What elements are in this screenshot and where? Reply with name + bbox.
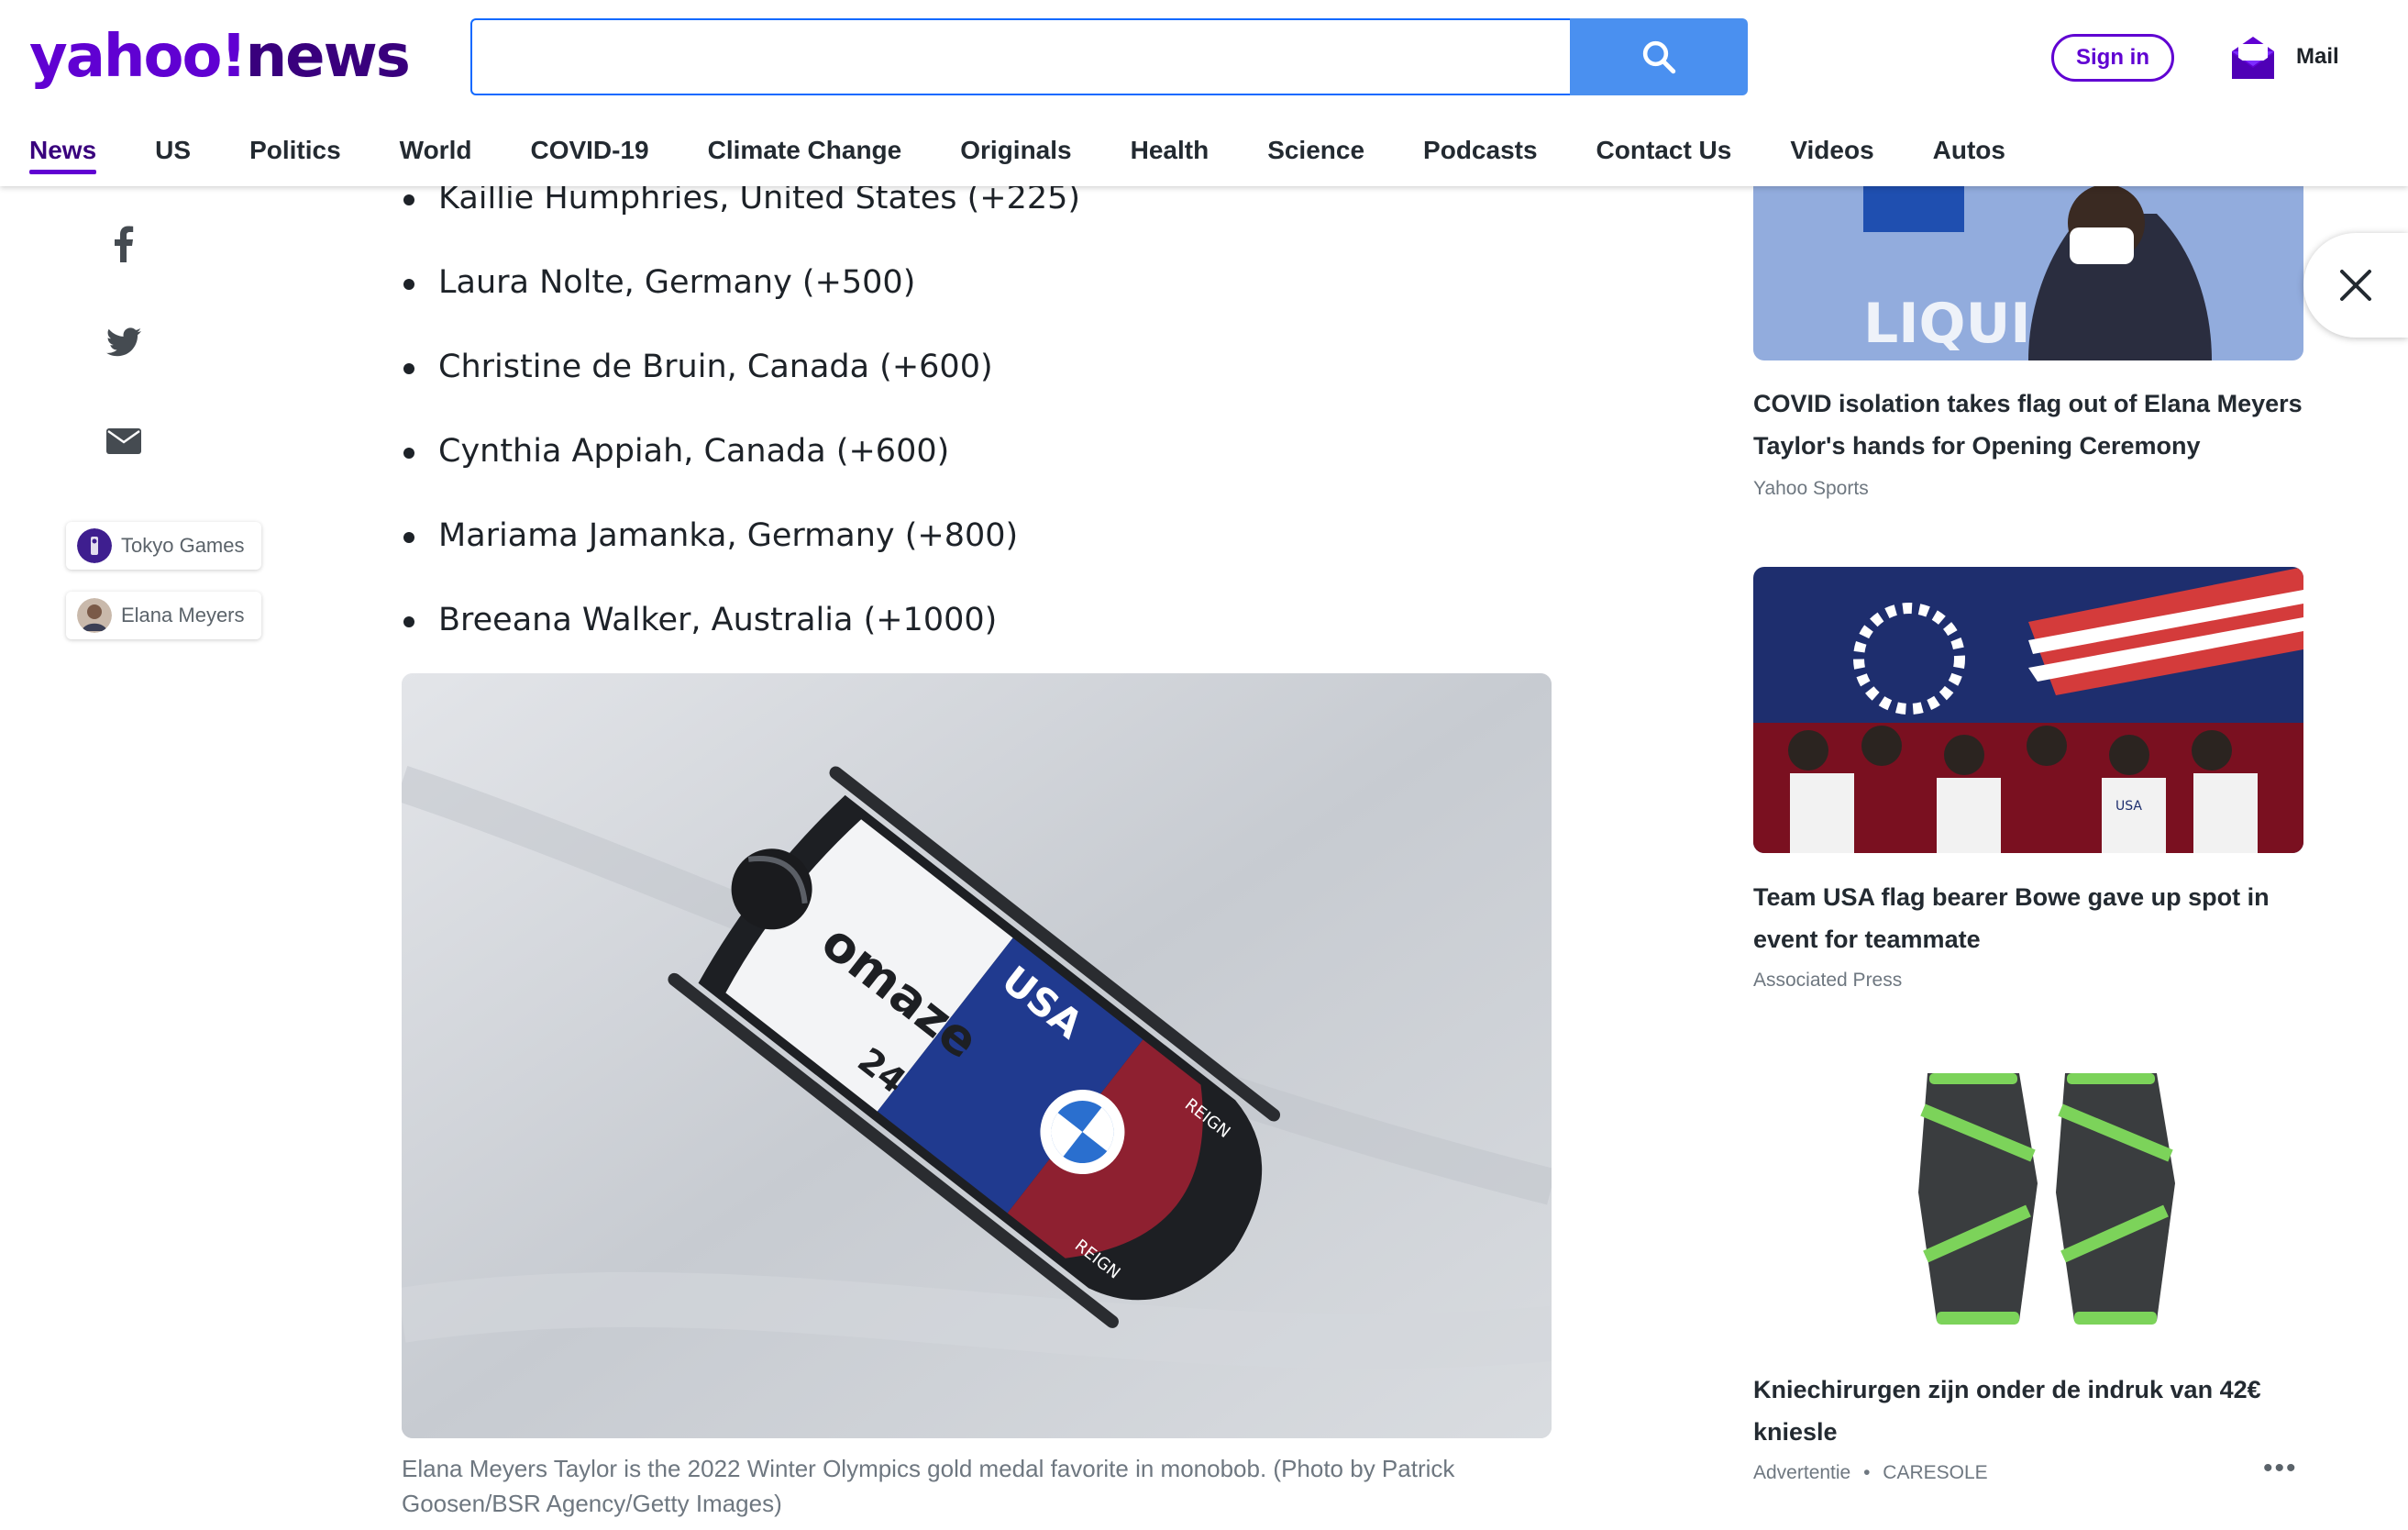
list-item: Christine de Bruin, Canada (+600)	[402, 325, 1080, 409]
yahoo-news-logo[interactable]: yahoo!news	[29, 20, 411, 94]
logo-news: news	[245, 23, 411, 91]
ad-separator: •	[1863, 1462, 1871, 1483]
nav-us[interactable]: US	[155, 136, 191, 174]
list-item: Mariama Jamanka, Germany (+800)	[402, 493, 1080, 578]
nav-podcasts[interactable]: Podcasts	[1423, 136, 1538, 174]
tag-tokyo-games[interactable]: Tokyo Games	[66, 522, 261, 570]
nav-science[interactable]: Science	[1267, 136, 1364, 174]
share-facebook-button[interactable]	[105, 226, 142, 262]
bobsled-illustration: omaze USA 24 REIGN REIGN	[402, 673, 1552, 1438]
elana-meyers-avatar-icon	[77, 598, 112, 633]
main-nav: News US Politics World COVID-19 Climate …	[29, 136, 2064, 174]
list-item: Laura Nolte, Germany (+500)	[402, 240, 1080, 325]
email-icon	[106, 428, 141, 454]
card-3-image[interactable]	[1753, 1055, 2303, 1341]
card-2-image-text: USA	[2115, 799, 2142, 814]
photo-caption: Elana Meyers Taylor is the 2022 Winter O…	[402, 1455, 1455, 1517]
nav-health[interactable]: Health	[1131, 136, 1210, 174]
card-2-image[interactable]: USA	[1753, 567, 2303, 853]
nav-climate-change[interactable]: Climate Change	[708, 136, 902, 174]
card-2-photo: USA	[1753, 567, 2303, 853]
list-item: Cynthia Appiah, Canada (+600)	[402, 409, 1080, 493]
nav-contact-us[interactable]: Contact Us	[1596, 136, 1732, 174]
search-input[interactable]	[472, 20, 1571, 94]
nav-covid-19[interactable]: COVID-19	[530, 136, 648, 174]
mail-link[interactable]: Mail	[2230, 33, 2339, 81]
mail-icon	[2232, 37, 2274, 79]
more-options-button[interactable]: •••	[2263, 1453, 2298, 1484]
sign-in-button[interactable]: Sign in	[2051, 34, 2174, 82]
nav-autos[interactable]: Autos	[1933, 136, 2005, 174]
card-2-source: Associated Press	[1753, 970, 1903, 991]
share-mail-button[interactable]	[105, 423, 142, 460]
search-icon	[1642, 40, 1676, 74]
odds-list: Kaillie Humphries, United States (+225) …	[402, 156, 1080, 662]
nav-politics[interactable]: Politics	[249, 136, 341, 174]
card-1-image-text: LIQUI	[1863, 292, 2031, 356]
search-box	[470, 18, 1571, 95]
tag-label: Tokyo Games	[121, 534, 245, 557]
list-item: Breeana Walker, Australia (+1000)	[402, 578, 1080, 662]
mail-label: Mail	[2296, 44, 2339, 69]
close-icon	[2340, 270, 2371, 301]
nav-originals[interactable]: Originals	[960, 136, 1071, 174]
facebook-icon	[115, 226, 134, 262]
twitter-icon	[106, 327, 141, 357]
tag-label: Elana Meyers	[121, 604, 245, 626]
card-1-image[interactable]: LIQUI	[1753, 186, 2303, 360]
nav-world[interactable]: World	[400, 136, 472, 174]
tag-elana-meyers[interactable]: Elana Meyers	[66, 592, 261, 639]
ad-title[interactable]: Kniechirurgen zijn onder de indruk van 4…	[1753, 1369, 2322, 1453]
close-button[interactable]	[2303, 233, 2408, 338]
ad-sponsor-line: Advertentie • CARESOLE	[1753, 1462, 1988, 1484]
share-twitter-button[interactable]	[105, 324, 142, 360]
tokyo-games-avatar-icon	[77, 528, 112, 563]
article-photo-bobsled: omaze USA 24 REIGN REIGN	[402, 673, 1552, 1438]
ad-sponsor: CARESOLE	[1883, 1462, 1988, 1483]
ad-label: Advertentie	[1753, 1462, 1851, 1483]
card-1-photo: LIQUI	[1753, 186, 2303, 360]
nav-news[interactable]: News	[29, 136, 97, 174]
card-1-source: Yahoo Sports	[1753, 478, 1869, 499]
search-button[interactable]	[1570, 18, 1748, 95]
card-2-title[interactable]: Team USA flag bearer Bowe gave up spot i…	[1753, 876, 2322, 960]
site-header: yahoo!news Sign in Mail News US Politics…	[0, 0, 2408, 186]
nav-videos[interactable]: Videos	[1790, 136, 1873, 174]
card-1-title[interactable]: COVID isolation takes flag out of Elana …	[1753, 382, 2322, 467]
knee-sleeve-product	[1918, 1073, 2175, 1325]
logo-yahoo: yahoo!	[29, 23, 248, 91]
